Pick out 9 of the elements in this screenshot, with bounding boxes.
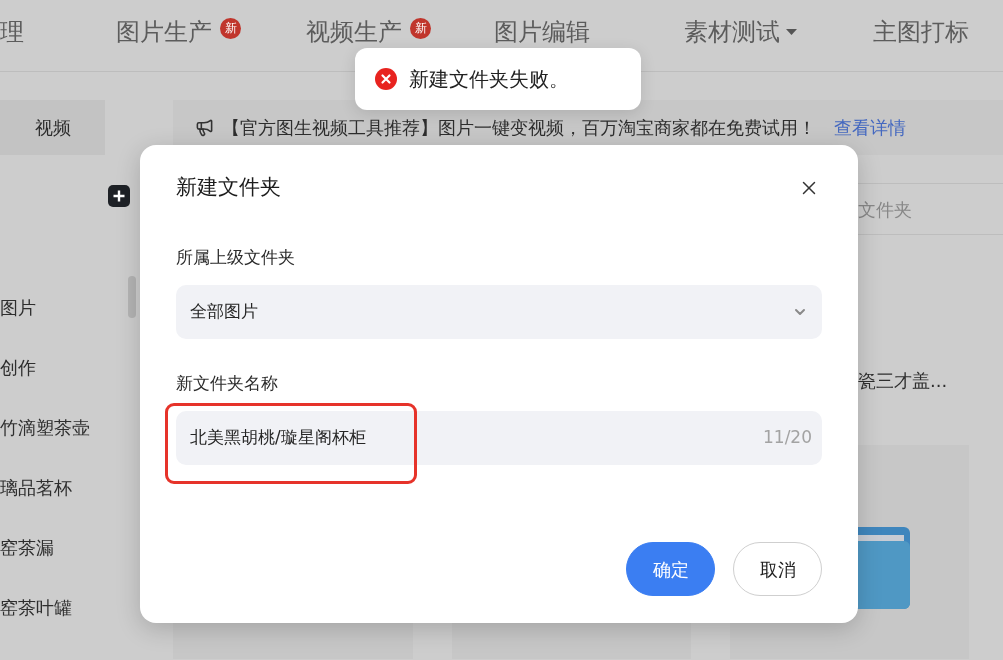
column-header: 文件夹 (858, 197, 912, 222)
notice-text: 【官方图生视频工具推荐】图片一键变视频，百万淘宝商家都在免费试用！ (222, 116, 816, 140)
new-badge: 新 (220, 18, 241, 39)
field-label: 新文件夹名称 (176, 372, 279, 395)
field-label: 所属上级文件夹 (176, 246, 296, 269)
char-counter: 11/20 (763, 426, 812, 450)
dialog-title: 新建文件夹 (176, 174, 281, 202)
new-badge: 新 (410, 18, 431, 39)
toast-message: 新建文件夹失败。 (409, 66, 569, 93)
